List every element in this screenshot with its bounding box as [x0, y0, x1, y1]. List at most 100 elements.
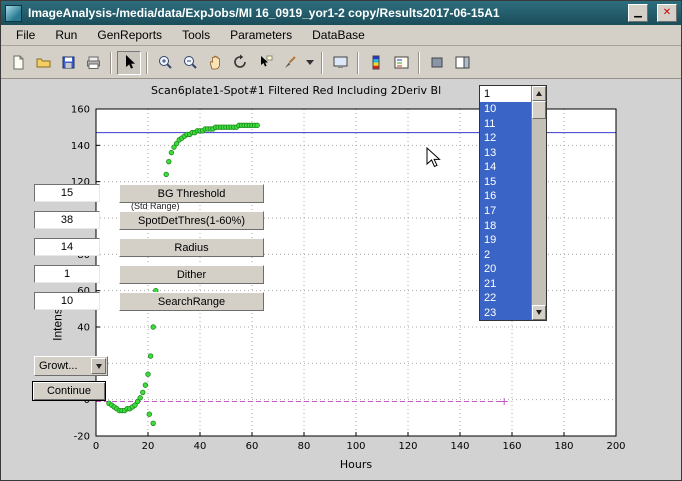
x-tick-label: 20 — [142, 441, 155, 452]
y-tick-label: 40 — [77, 323, 90, 334]
dropdown-option[interactable]: 2 — [480, 247, 531, 262]
x-tick-label: 100 — [346, 441, 365, 452]
new-document-icon[interactable] — [6, 51, 30, 75]
growth-dropdown[interactable]: Growt... — [34, 356, 108, 376]
data-point — [151, 325, 156, 330]
toolbar-separator — [321, 52, 323, 74]
dither-field[interactable] — [34, 265, 100, 283]
x-tick-label: 60 — [246, 441, 259, 452]
brush-dropdown-icon[interactable] — [303, 51, 316, 75]
x-tick-label: 200 — [606, 441, 625, 452]
insert-legend-icon[interactable] — [389, 51, 413, 75]
close-button[interactable]: ✕ — [657, 4, 677, 22]
hide-plot-tools-icon[interactable] — [425, 51, 449, 75]
dropdown-option[interactable]: 18 — [480, 218, 531, 233]
chevron-down-icon[interactable] — [91, 358, 106, 374]
data-point — [169, 150, 174, 155]
data-point — [164, 172, 169, 177]
bg-threshold-button[interactable]: BG Threshold — [119, 184, 264, 203]
spotdetthres-button[interactable]: SpotDetThres(1-60%) — [119, 211, 264, 230]
radius-button[interactable]: Radius — [119, 238, 264, 257]
searchrange-field[interactable] — [34, 292, 100, 310]
dropdown-option[interactable]: 20 — [480, 262, 531, 277]
growth-dropdown-label: Growt... — [35, 360, 91, 372]
dropdown-scrollbar[interactable] — [531, 86, 546, 320]
menu-item-database[interactable]: DataBase — [303, 26, 374, 44]
plot-title: Scan6plate1-Spot#1 Filtered Red Includin… — [151, 84, 441, 97]
x-tick-label: 160 — [502, 441, 521, 452]
scrollbar-thumb[interactable] — [532, 101, 546, 119]
save-icon[interactable] — [56, 51, 80, 75]
dropdown-option[interactable]: 23 — [480, 305, 531, 320]
data-cursor-icon[interactable] — [253, 51, 277, 75]
x-tick-label: 80 — [298, 441, 311, 452]
data-point — [255, 123, 260, 128]
dropdown-option[interactable]: 16 — [480, 189, 531, 204]
dropdown-current-value[interactable]: 1 — [480, 86, 531, 102]
toolbar-separator — [357, 52, 359, 74]
data-point — [146, 372, 151, 377]
toolbar-separator — [418, 52, 420, 74]
spotdetthres-field[interactable] — [34, 211, 100, 229]
toolbar-separator — [110, 52, 112, 74]
window-title: ImageAnalysis-/media/data/ExpJobs/MI 16_… — [28, 6, 619, 20]
radius-field[interactable] — [34, 238, 100, 256]
dropdown-option[interactable]: 11 — [480, 117, 531, 132]
dropdown-option[interactable]: 21 — [480, 276, 531, 291]
brush-icon[interactable] — [278, 51, 302, 75]
data-point — [147, 412, 152, 417]
y-tick-label: 160 — [71, 105, 90, 116]
dropdown-option[interactable]: 12 — [480, 131, 531, 146]
dropdown-option[interactable]: 10 — [480, 102, 531, 117]
data-point — [141, 390, 146, 395]
menu-item-tools[interactable]: Tools — [173, 26, 219, 44]
menu-item-run[interactable]: Run — [46, 26, 86, 44]
dropdown-option[interactable]: 22 — [480, 291, 531, 306]
app-window: ImageAnalysis-/media/data/ExpJobs/MI 16_… — [0, 0, 682, 481]
print-icon[interactable] — [81, 51, 105, 75]
show-plot-tools-icon[interactable] — [450, 51, 474, 75]
menu-item-parameters[interactable]: Parameters — [221, 26, 301, 44]
menu-item-genreports[interactable]: GenReports — [88, 26, 171, 44]
menubar: File Run GenReports Tools Parameters Dat… — [1, 25, 681, 46]
select-arrow-icon[interactable] — [117, 51, 141, 75]
dropdown-option[interactable]: 13 — [480, 146, 531, 161]
data-point — [143, 383, 148, 388]
plot-canvas[interactable]: Scan6plate1-Spot#1 Filtered Red Includin… — [1, 79, 682, 481]
zoom-out-icon[interactable] — [178, 51, 202, 75]
data-point — [148, 354, 153, 359]
bg-threshold-field[interactable] — [34, 184, 100, 202]
y-tick-label: -20 — [74, 432, 90, 443]
dropdown-option[interactable]: 14 — [480, 160, 531, 175]
x-tick-label: 180 — [554, 441, 573, 452]
app-icon — [5, 5, 22, 22]
zoom-in-icon[interactable] — [153, 51, 177, 75]
dropdown-option[interactable]: 17 — [480, 204, 531, 219]
dropdown-option[interactable]: 19 — [480, 233, 531, 248]
data-point — [138, 396, 143, 401]
open-file-icon[interactable] — [31, 51, 55, 75]
searchrange-button[interactable]: SearchRange — [119, 292, 264, 311]
y-axis-label: Intensity — [51, 279, 66, 359]
y-tick-label: 140 — [71, 141, 90, 152]
scroll-up-icon[interactable] — [532, 86, 546, 101]
scrollbar-track[interactable] — [532, 119, 546, 305]
rotate-3d-icon[interactable] — [228, 51, 252, 75]
print-figure-icon[interactable] — [328, 51, 352, 75]
mouse-cursor — [426, 147, 442, 169]
data-point — [151, 421, 156, 426]
minimize-button[interactable]: ▁ — [628, 4, 648, 22]
menu-item-file[interactable]: File — [7, 26, 44, 44]
figure-area: Scan6plate1-Spot#1 Filtered Red Includin… — [1, 79, 682, 481]
scroll-down-icon[interactable] — [532, 305, 546, 320]
toolbar-separator — [146, 52, 148, 74]
dropdown-option[interactable]: 15 — [480, 175, 531, 190]
continue-button[interactable]: Continue — [32, 381, 106, 401]
dither-button[interactable]: Dither — [119, 265, 264, 284]
pan-hand-icon[interactable] — [203, 51, 227, 75]
x-tick-label: 120 — [398, 441, 417, 452]
spot-number-dropdown: 1 10 11 12 13 14 15 16 17 18 19 2 20 21 … — [479, 85, 547, 321]
titlebar[interactable]: ImageAnalysis-/media/data/ExpJobs/MI 16_… — [1, 1, 681, 25]
insert-colorbar-icon[interactable] — [364, 51, 388, 75]
toolbar — [1, 47, 681, 79]
